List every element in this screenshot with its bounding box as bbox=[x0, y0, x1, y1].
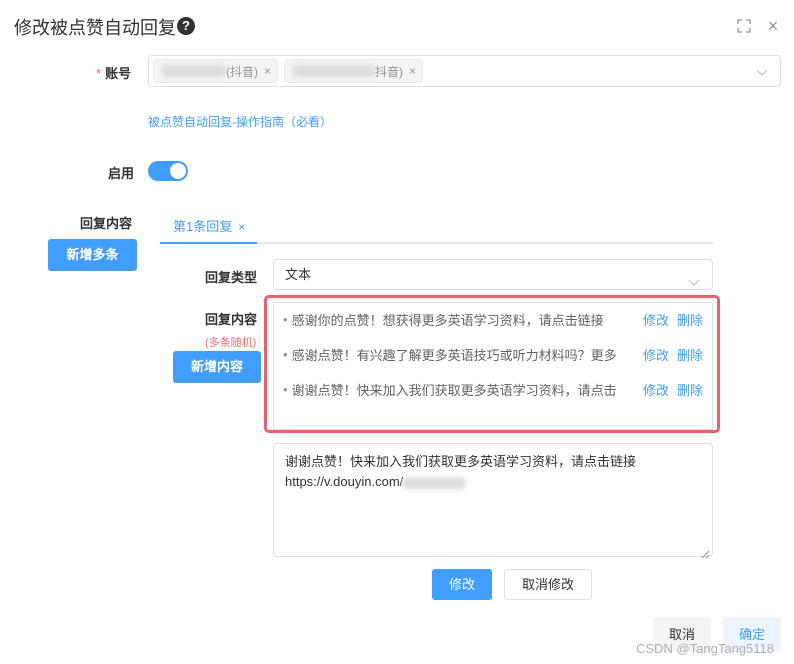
bullet: • bbox=[283, 311, 288, 327]
edit-link[interactable]: 修改 bbox=[643, 345, 669, 364]
redacted-account-name bbox=[162, 65, 226, 77]
editor-line-2: https://v.douyin.com/ bbox=[285, 472, 701, 492]
close-icon[interactable]: × bbox=[765, 17, 781, 35]
tab-label: 第1条回复 bbox=[173, 219, 233, 234]
reply-tabs: 第1条回复 × bbox=[160, 206, 713, 244]
guide-link[interactable]: 被点赞自动回复-操作指南（必看） bbox=[148, 113, 332, 130]
chevron-down-icon[interactable] bbox=[688, 269, 700, 286]
enable-label: 启用 bbox=[108, 166, 135, 181]
resize-handle-icon[interactable] bbox=[701, 545, 710, 559]
edit-auto-reply-dialog: 修改被点赞自动回复 ? × * 账号 (抖音) × 抖音) × 被点赞自动回复-操… bbox=[0, 0, 794, 664]
random-note: (多条随机) bbox=[205, 337, 257, 349]
active-tab-indicator bbox=[160, 242, 257, 244]
account-tag: (抖音) × bbox=[153, 59, 279, 83]
tag-close-icon[interactable]: × bbox=[409, 64, 416, 78]
list-item: • 感谢你的点赞！想获得更多英语学习资料，请点击链接 修改 删除 bbox=[283, 310, 703, 328]
tab-close-icon[interactable]: × bbox=[238, 220, 245, 234]
account-select[interactable]: (抖音) × 抖音) × bbox=[148, 55, 781, 87]
tag-close-icon[interactable]: × bbox=[264, 64, 271, 78]
content-editor[interactable]: 谢谢点赞！快来加入我们获取更多英语学习资料，请点击链接 https://v.do… bbox=[273, 443, 713, 559]
list-item: • 谢谢点赞！快来加入我们获取更多英语学习资料，请点击 修改 删除 bbox=[283, 380, 703, 398]
list-item: • 感谢点赞！有兴趣了解更多英语技巧或听力材料吗？更多 修改 删除 bbox=[283, 345, 703, 363]
content-label: 回复内容 bbox=[205, 312, 258, 327]
watermark: CSDN @TangTang5118 bbox=[636, 641, 774, 656]
editor-url: https://v.douyin.com/ bbox=[285, 474, 404, 489]
delete-link[interactable]: 删除 bbox=[677, 380, 703, 399]
account-label-text: 账号 bbox=[105, 66, 132, 81]
fullscreen-icon[interactable] bbox=[736, 18, 752, 34]
account-label: * 账号 bbox=[96, 63, 131, 82]
dialog-header: 修改被点赞自动回复 ? bbox=[14, 14, 195, 40]
required-mark: * bbox=[96, 66, 102, 81]
delete-link[interactable]: 删除 bbox=[677, 345, 703, 364]
reply-type-label: 回复类型 bbox=[205, 270, 258, 285]
item-text: 谢谢点赞！快来加入我们获取更多英语学习资料，请点击 bbox=[291, 382, 617, 398]
dialog-title: 修改被点赞自动回复 bbox=[14, 18, 176, 38]
help-icon[interactable]: ? bbox=[177, 17, 195, 35]
reply-content-label: 回复内容 bbox=[80, 216, 133, 231]
edit-link[interactable]: 修改 bbox=[643, 310, 669, 329]
account-tag-suffix: (抖音) bbox=[226, 64, 258, 79]
tab-reply-1[interactable]: 第1条回复 × bbox=[173, 216, 245, 235]
chevron-down-icon[interactable] bbox=[756, 65, 768, 77]
save-edit-button[interactable]: 修改 bbox=[432, 569, 492, 600]
reply-type-select[interactable]: 文本 bbox=[273, 259, 713, 290]
enable-switch[interactable] bbox=[148, 161, 188, 181]
editor-line: 谢谢点赞！快来加入我们获取更多英语学习资料，请点击链接 bbox=[285, 454, 637, 469]
cancel-edit-button[interactable]: 取消修改 bbox=[504, 569, 592, 600]
content-list: • 感谢你的点赞！想获得更多英语学习资料，请点击链接 修改 删除 • 感谢点赞！… bbox=[273, 302, 713, 430]
item-text: 感谢点赞！有兴趣了解更多英语技巧或听力材料吗？更多 bbox=[291, 347, 617, 363]
reply-type-value: 文本 bbox=[285, 267, 312, 282]
add-content-button[interactable]: 新增内容 bbox=[173, 351, 261, 383]
bullet: • bbox=[283, 346, 288, 362]
edit-link[interactable]: 修改 bbox=[643, 380, 669, 399]
redacted-url bbox=[403, 476, 466, 489]
account-tag: 抖音) × bbox=[284, 59, 424, 83]
item-text: 感谢你的点赞！想获得更多英语学习资料，请点击链接 bbox=[291, 312, 604, 328]
account-tag-suffix: 抖音) bbox=[375, 64, 404, 79]
switch-knob bbox=[170, 163, 186, 179]
delete-link[interactable]: 删除 bbox=[677, 310, 703, 329]
bullet: • bbox=[283, 381, 288, 397]
redacted-account-name bbox=[293, 65, 376, 77]
add-more-button[interactable]: 新增多条 bbox=[48, 239, 137, 271]
